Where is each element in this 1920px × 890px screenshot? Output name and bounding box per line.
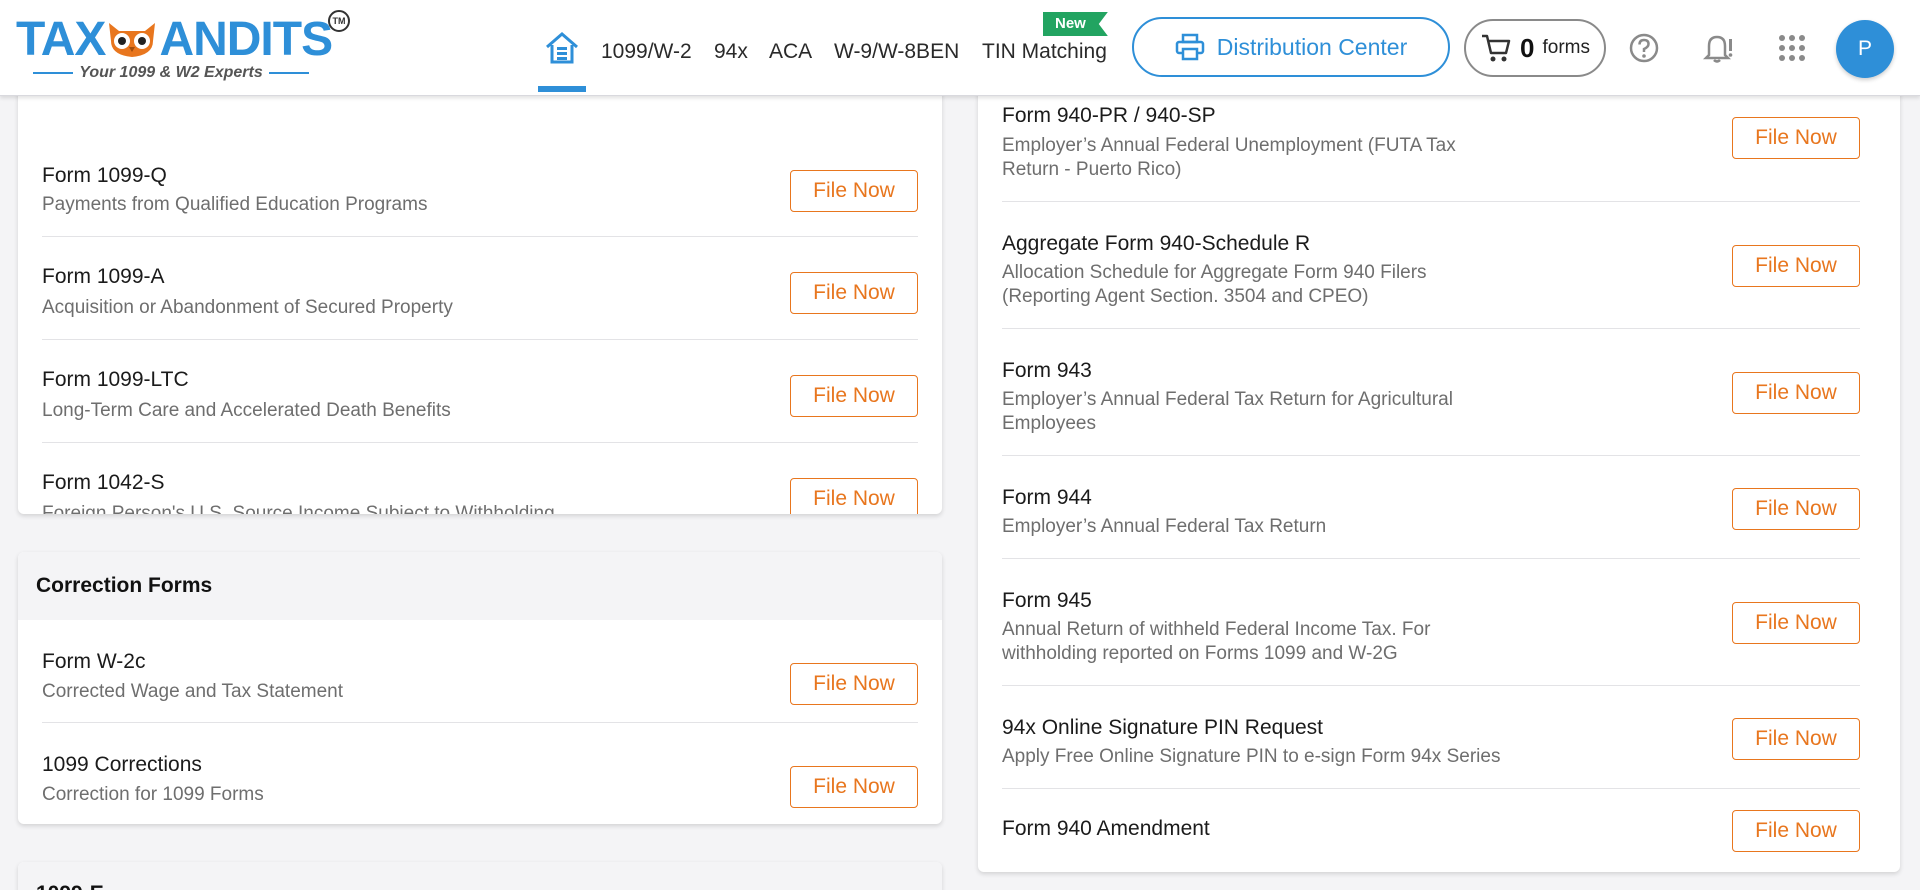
form-title: Form 943 [1002,359,1092,382]
form-row-945: Form 945 Annual Return of withheld Feder… [1002,559,1860,686]
form-title: Form 1042-S [42,471,165,494]
active-tab-indicator [538,86,586,92]
form-row-943: Form 943 Employer’s Annual Federal Tax R… [1002,329,1860,456]
file-now-button[interactable]: File Now [1732,602,1860,644]
form-title: 94x Online Signature PIN Request [1002,716,1324,739]
forms-card-1099-e: 1099-E [18,862,942,890]
form-description: Long-Term Care and Accelerated Death Ben… [42,400,451,421]
form-description: Employer’s Annual Federal Tax Return [1002,516,1327,537]
logo-wordmark: TAX ANDITS [16,13,333,66]
form-row-1099-ltc: Form 1099-LTC Long-Term Care and Acceler… [42,340,918,443]
form-description: Annual Return of withheld Federal Income… [1002,619,1431,664]
form-row-1042-s: Form 1042-S Foreign Person's U.S. Source… [42,443,918,514]
nav-94x[interactable]: 94x [714,40,748,64]
form-title: Aggregate Form 940-Schedule R [1002,232,1311,255]
notifications-button[interactable] [1700,30,1736,66]
nav-aca[interactable]: ACA [769,40,812,64]
form-title: Form 944 [1002,486,1092,509]
form-description: Apply Free Online Signature PIN to e-sig… [1002,746,1501,767]
form-description: Allocation Schedule for Aggregate Form 9… [1002,262,1427,307]
trademark-mark: TM [328,10,350,32]
user-avatar[interactable]: P [1836,20,1894,78]
file-now-button[interactable]: File Now [1732,810,1860,852]
printer-icon [1175,33,1205,61]
form-row-94x-signature-pin: 94x Online Signature PIN Request Apply F… [1002,686,1860,789]
file-now-button[interactable]: File Now [790,766,918,808]
form-title: Form 945 [1002,589,1092,612]
file-now-button[interactable]: File Now [1732,718,1860,760]
file-now-button[interactable]: File Now [1732,488,1860,530]
form-row-w2c: Form W-2c Corrected Wage and Tax Stateme… [42,620,918,723]
form-description: Correction for 1099 Forms [42,784,264,805]
forms-card-94x: Form 940-PR / 940-SP Employer’s Annual F… [978,60,1900,872]
file-now-button[interactable]: File Now [1732,245,1860,287]
form-description: Foreign Person's U.S. Source Income Subj… [42,503,555,514]
file-now-button[interactable]: File Now [1732,117,1860,159]
card-title: 1099-E [18,862,942,890]
distribution-center-label: Distribution Center [1216,33,1408,60]
form-row-940-schedule-r: Aggregate Form 940-Schedule R Allocation… [1002,202,1860,329]
file-now-button[interactable]: File Now [790,478,918,514]
form-title: Form 1099-LTC [42,368,189,391]
file-now-button[interactable]: File Now [790,663,918,705]
top-header: TAX ANDITS TM Your 1099 & W2 Experts 1099… [0,0,1920,96]
form-title: Form 1099-Q [42,164,167,187]
form-row-1099-a: Form 1099-A Acquisition or Abandonment o… [42,237,918,340]
form-row-1099-q: Form 1099-Q Payments from Qualified Educ… [42,134,918,237]
file-now-button[interactable]: File Now [790,375,918,417]
form-title: 1099 Corrections [42,753,202,776]
help-icon [1629,33,1659,63]
nav-1099-w2[interactable]: 1099/W-2 [601,40,692,64]
file-now-button[interactable]: File Now [790,170,918,212]
file-now-button[interactable]: File Now [1732,372,1860,414]
form-description: Acquisition or Abandonment of Secured Pr… [42,297,453,318]
correction-forms-card: Correction Forms Form W-2c Corrected Wag… [18,552,942,824]
cart-icon [1482,34,1511,62]
form-description: Employer’s Annual Federal Tax Return for… [1002,389,1453,434]
distribution-center-button[interactable]: Distribution Center [1132,17,1450,77]
form-row-940-amendment: Form 940 Amendment File Now [1002,789,1860,872]
owl-icon [109,23,156,57]
nav-tin-matching[interactable]: TIN Matching [982,40,1107,64]
bell-icon [1702,35,1733,63]
cart-label: forms [1542,37,1590,58]
card-title: Correction Forms [18,552,942,620]
form-row-1099-corrections: 1099 Corrections Correction for 1099 For… [42,723,918,824]
new-badge: New [1043,12,1108,36]
forms-card-1099-other: Form 1099-Q Payments from Qualified Educ… [18,60,942,514]
form-title: Form 940 Amendment [1002,817,1210,840]
logo-tagline: Your 1099 & W2 Experts [16,64,326,82]
cart-count: 0 [1520,32,1535,63]
form-title: Form 940-PR / 940-SP [1002,104,1216,127]
apps-button[interactable] [1774,30,1810,66]
taxbandits-logo[interactable]: TAX ANDITS TM Your 1099 & W2 Experts [16,10,356,86]
form-title: Form W-2c [42,650,146,673]
form-row-944: Form 944 Employer’s Annual Federal Tax R… [1002,456,1860,559]
home-icon [546,32,578,64]
form-description: Payments from Qualified Education Progra… [42,194,428,215]
apps-grid-icon [1779,35,1805,61]
nav-w9-w8ben[interactable]: W-9/W-8BEN [834,40,959,64]
cart-button[interactable]: 0 forms [1464,19,1606,77]
file-now-button[interactable]: File Now [790,272,918,314]
form-description: Employer’s Annual Federal Unemployment (… [1002,135,1456,180]
help-button[interactable] [1626,30,1662,66]
form-title: Form 1099-A [42,265,165,288]
nav-home-tab[interactable] [538,28,586,92]
form-description: Corrected Wage and Tax Statement [42,681,343,702]
